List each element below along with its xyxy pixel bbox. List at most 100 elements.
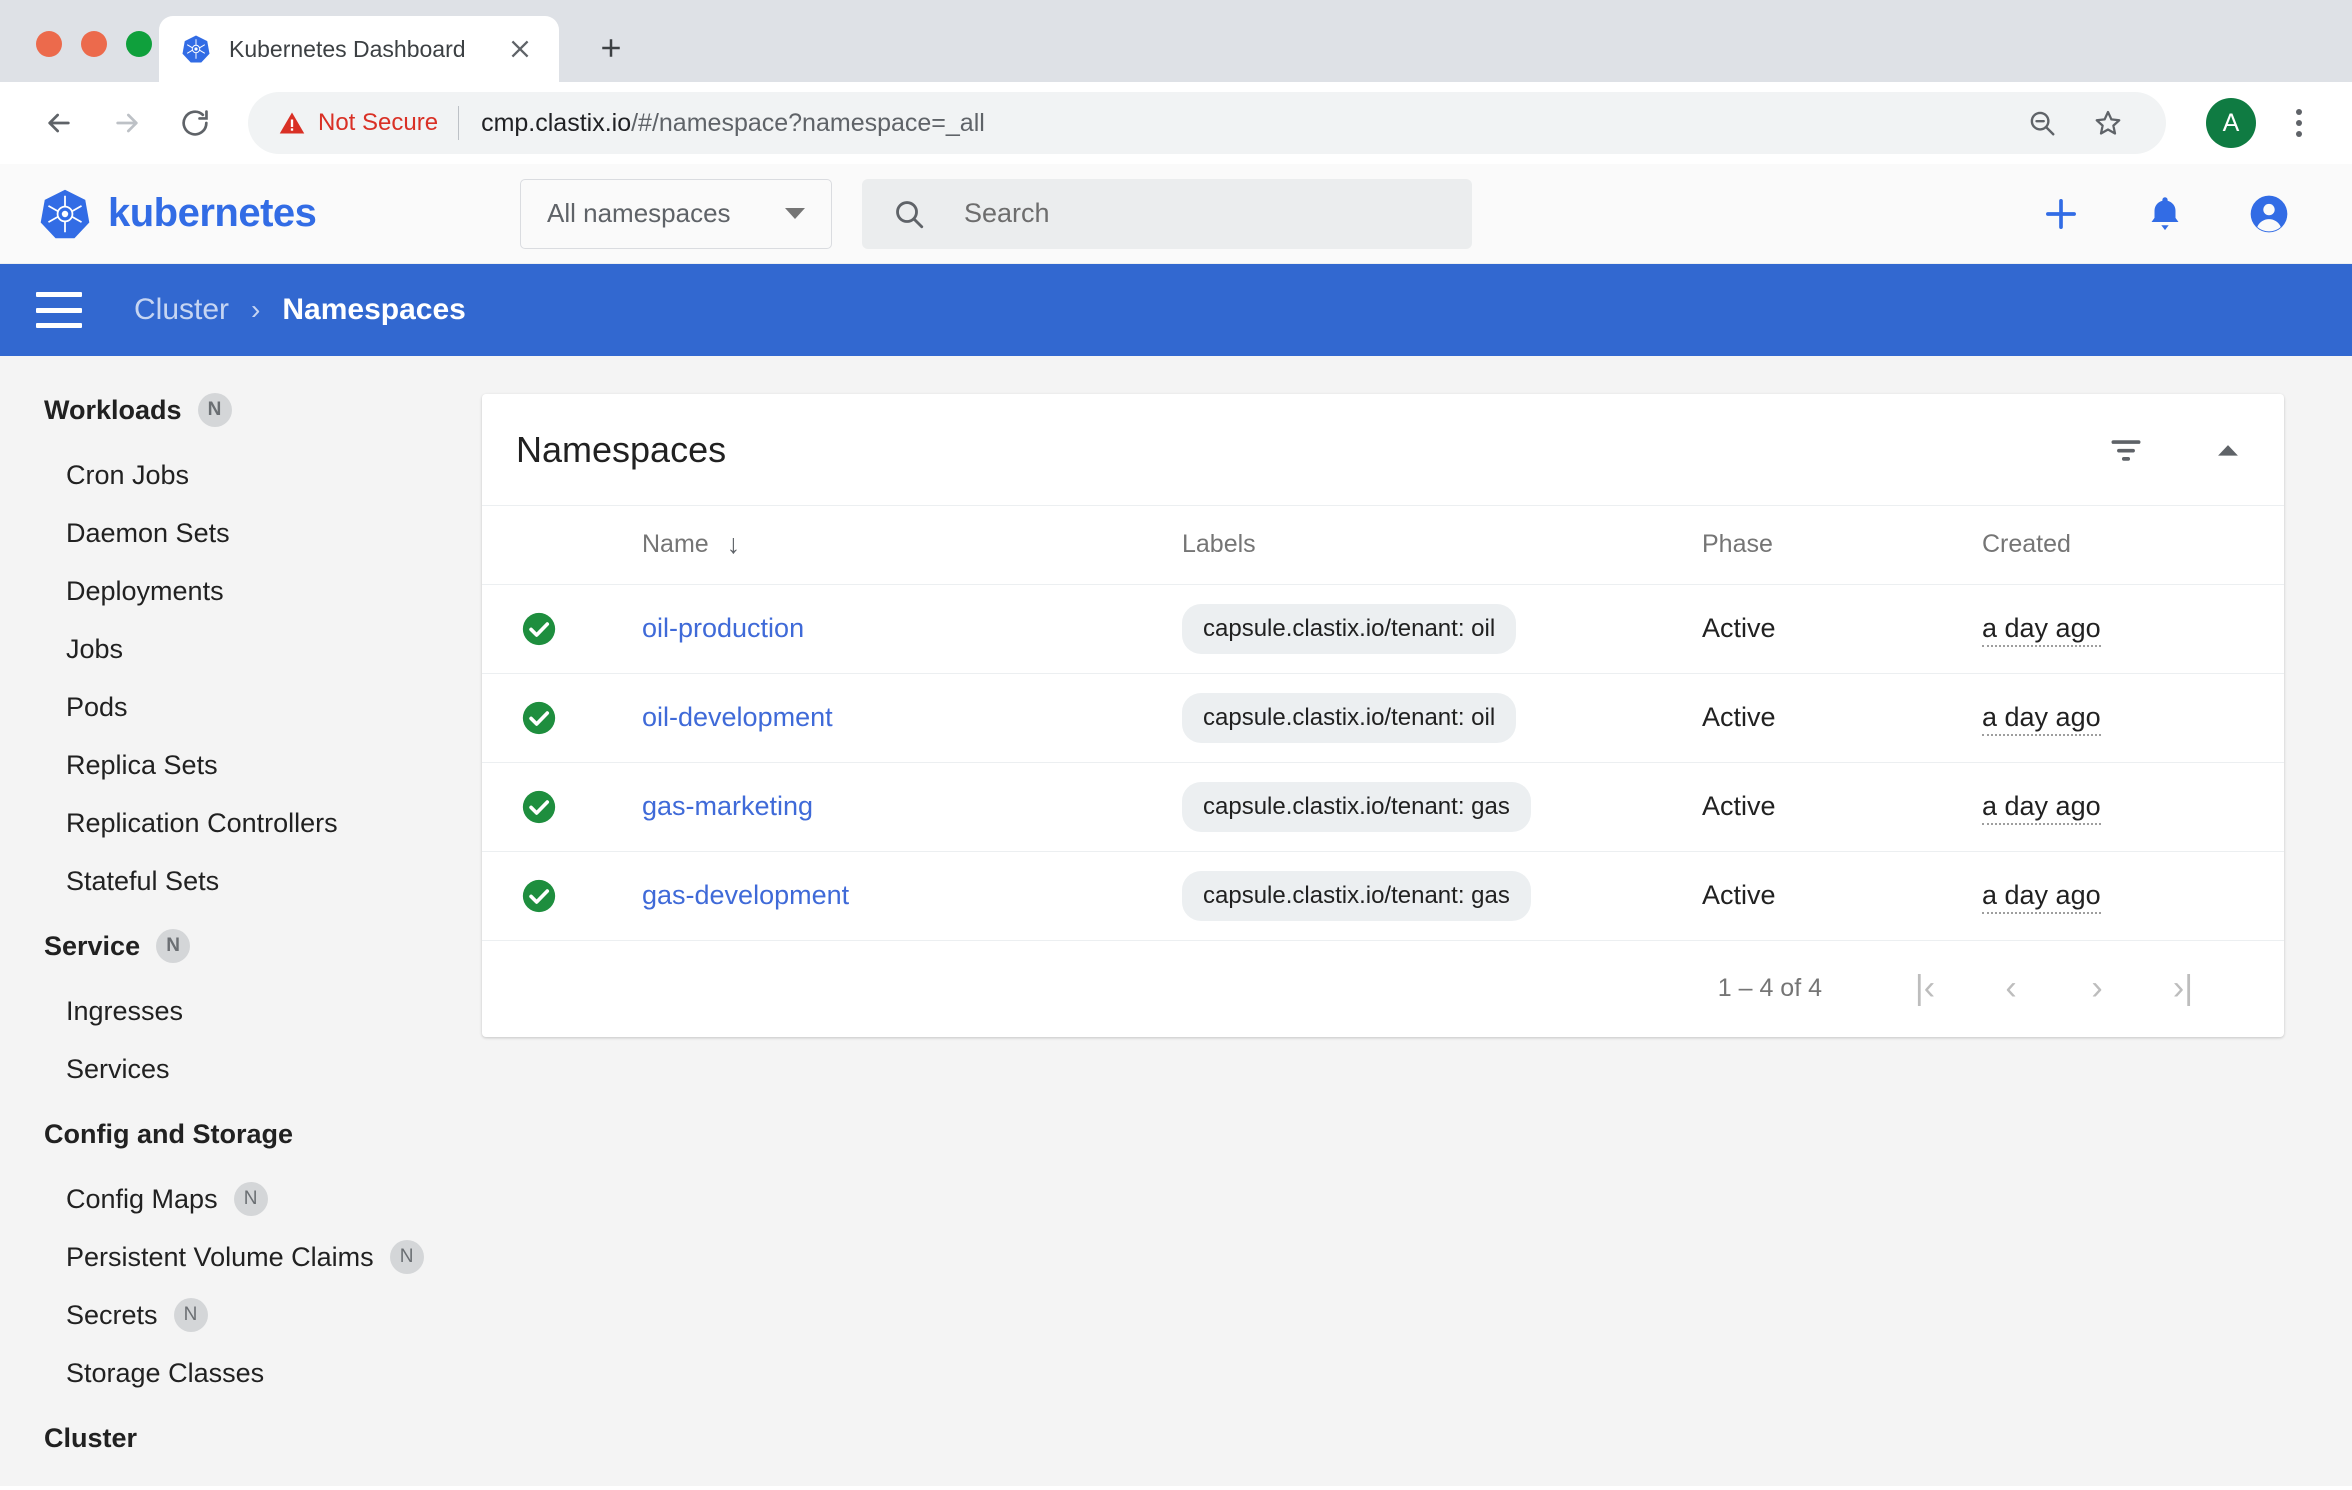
search-box[interactable]: [862, 178, 1472, 249]
sort-arrow-icon: ↓: [726, 529, 741, 560]
sidebar-item-ingresses[interactable]: Ingresses: [0, 982, 482, 1040]
sidebar-item-stateful-sets[interactable]: Stateful Sets: [0, 852, 482, 910]
label-chip: capsule.clastix.io/tenant: gas: [1182, 781, 1531, 832]
row-name-cell: gas-development: [592, 851, 1132, 941]
sidebar-item-label: Config Maps: [66, 1183, 218, 1214]
row-status-cell: [482, 584, 592, 674]
last-page-button[interactable]: ›|: [2140, 959, 2226, 1019]
close-window-button[interactable]: [36, 31, 62, 57]
created-value: a day ago: [1982, 613, 2101, 647]
sidebar-item-jobs[interactable]: Jobs: [0, 620, 482, 678]
namespace-link[interactable]: oil-development: [642, 702, 833, 732]
menu-icon[interactable]: [36, 292, 82, 328]
warning-icon: [278, 109, 306, 137]
row-created-cell: a day ago: [1932, 851, 2262, 941]
star-icon[interactable]: [2080, 95, 2136, 151]
kebab-menu-icon[interactable]: [2274, 95, 2324, 151]
row-actions-cell: [2262, 762, 2284, 852]
sidebar-group-cluster: Cluster: [0, 1402, 482, 1474]
sidebar-item-deployments[interactable]: Deployments: [0, 562, 482, 620]
row-phase-cell: Active: [1652, 673, 1932, 763]
sidebar-group-label: Config and Storage: [44, 1118, 293, 1149]
profile-avatar[interactable]: A: [2206, 98, 2256, 148]
table-header-labels[interactable]: Labels: [1132, 506, 1652, 585]
sidebar-item-persistent-volume-claims[interactable]: Persistent Volume Claims N: [0, 1228, 482, 1286]
label-chip: capsule.clastix.io/tenant: oil: [1182, 603, 1517, 654]
row-status-cell: [482, 673, 592, 763]
address-bar[interactable]: Not Secure cmp.clastix.io/#/namespace?na…: [248, 92, 2166, 154]
reload-icon[interactable]: [164, 92, 226, 154]
back-arrow-icon[interactable]: [28, 92, 90, 154]
namespace-link[interactable]: gas-marketing: [642, 791, 813, 821]
new-tab-button[interactable]: [583, 20, 639, 76]
table-row[interactable]: gas-development capsule.clastix.io/tenant…: [482, 851, 2284, 941]
phase-value: Active: [1702, 613, 1776, 643]
table-header-status: [482, 506, 592, 585]
url-text: cmp.clastix.io/#/namespace?namespace=_al…: [481, 109, 985, 138]
maximize-window-button[interactable]: [126, 31, 152, 57]
zoom-out-icon[interactable]: [2014, 95, 2070, 151]
filter-icon[interactable]: [2106, 430, 2146, 470]
close-icon[interactable]: [503, 32, 537, 66]
sidebar-group-label: Cluster: [44, 1422, 138, 1453]
app-logo-text: kubernetes: [108, 191, 317, 235]
sidebar-item-label: Stateful Sets: [66, 865, 220, 896]
namespace-link[interactable]: oil-production: [642, 613, 804, 643]
sidebar-item-daemon-sets[interactable]: Daemon Sets: [0, 504, 482, 562]
table-header-created[interactable]: Created: [1932, 506, 2262, 585]
pagination: 1 – 4 of 4 |‹ ‹ › ›|: [482, 941, 2284, 1037]
sidebar-item-replica-sets[interactable]: Replica Sets: [0, 736, 482, 794]
sidebar-item-label: Cron Jobs: [66, 459, 190, 490]
table-header-name[interactable]: Name ↓: [592, 506, 1132, 585]
row-actions-cell: [2262, 851, 2284, 941]
sidebar-item-services[interactable]: Services: [0, 1040, 482, 1098]
row-labels-cell: capsule.clastix.io/tenant: gas: [1132, 762, 1652, 852]
breadcrumb-current: Namespaces: [282, 293, 466, 326]
first-page-button[interactable]: |‹: [1882, 959, 1968, 1019]
namespace-link[interactable]: gas-development: [642, 880, 849, 910]
sidebar-item-label: Deployments: [66, 575, 224, 606]
namespace-selector[interactable]: All namespaces: [520, 178, 832, 249]
next-page-button[interactable]: ›: [2054, 959, 2140, 1019]
namespaced-badge: N: [197, 393, 232, 427]
sidebar-group-workloads: Workloads N: [0, 374, 482, 446]
chevron-up-icon[interactable]: [2208, 430, 2248, 470]
sidebar-item-secrets[interactable]: Secrets N: [0, 1286, 482, 1344]
label-chip: capsule.clastix.io/tenant: gas: [1182, 870, 1531, 921]
search-input[interactable]: [964, 198, 1442, 229]
row-name-cell: oil-production: [592, 584, 1132, 674]
sidebar-item-config-maps[interactable]: Config Maps N: [0, 1170, 482, 1228]
table-row[interactable]: gas-marketing capsule.clastix.io/tenant: …: [482, 762, 2284, 852]
created-value: a day ago: [1982, 880, 2101, 914]
row-labels-cell: capsule.clastix.io/tenant: oil: [1132, 584, 1652, 674]
table-body: oil-production capsule.clastix.io/tenant:…: [482, 584, 2284, 941]
breadcrumb-bar: Cluster › Namespaces: [0, 264, 2352, 356]
sidebar-item-label: Persistent Volume Claims: [66, 1241, 374, 1272]
namespaces-table: Name ↓ Labels Phase Created oil-producti…: [482, 506, 2284, 941]
namespaced-badge: N: [233, 1182, 268, 1216]
row-phase-cell: Active: [1652, 762, 1932, 852]
sidebar-item-storage-classes[interactable]: Storage Classes: [0, 1344, 482, 1402]
table-row[interactable]: oil-production capsule.clastix.io/tenant:…: [482, 584, 2284, 674]
table-row[interactable]: oil-development capsule.clastix.io/tenant…: [482, 673, 2284, 763]
namespaced-badge: N: [156, 929, 191, 963]
plus-icon[interactable]: [2038, 191, 2084, 237]
card-header: Namespaces: [482, 394, 2284, 506]
namespaced-badge: N: [173, 1298, 208, 1332]
table-header-phase[interactable]: Phase: [1652, 506, 1932, 585]
chevron-down-icon: [785, 208, 805, 219]
app-logo[interactable]: kubernetes: [38, 187, 442, 241]
sidebar-item-cron-jobs[interactable]: Cron Jobs: [0, 446, 482, 504]
breadcrumb-parent[interactable]: Cluster: [134, 293, 229, 327]
sidebar-item-replication-controllers[interactable]: Replication Controllers: [0, 794, 482, 852]
account-circle-icon[interactable]: [2246, 191, 2292, 237]
bell-icon[interactable]: [2142, 191, 2188, 237]
row-phase-cell: Active: [1652, 584, 1932, 674]
sidebar-item-pods[interactable]: Pods: [0, 678, 482, 736]
browser-tab[interactable]: Kubernetes Dashboard: [159, 16, 559, 82]
sidebar-item-label: Secrets: [66, 1299, 158, 1330]
forward-arrow-icon[interactable]: [96, 92, 158, 154]
status-ok-icon: [520, 610, 558, 648]
previous-page-button[interactable]: ‹: [1968, 959, 2054, 1019]
minimize-window-button[interactable]: [81, 31, 107, 57]
